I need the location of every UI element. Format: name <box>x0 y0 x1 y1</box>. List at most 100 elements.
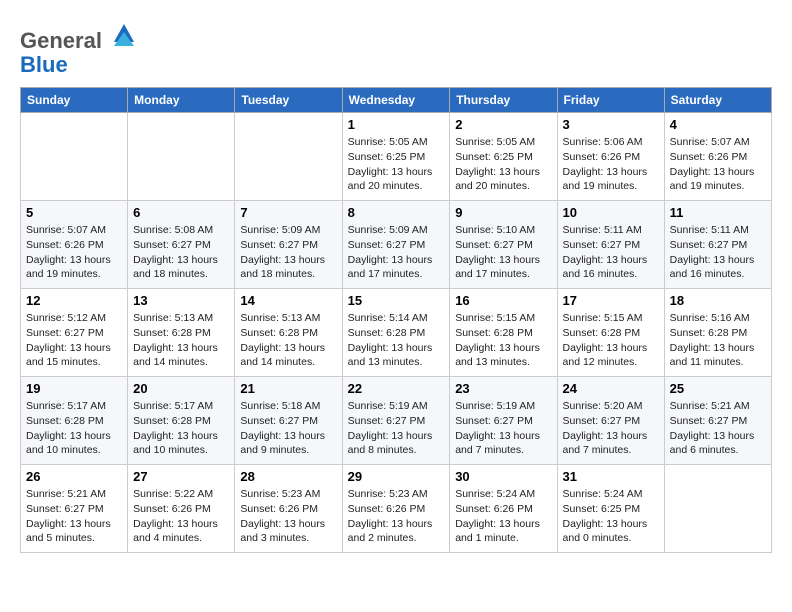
day-number: 24 <box>563 381 659 396</box>
day-info: Sunrise: 5:05 AM Sunset: 6:25 PM Dayligh… <box>348 135 445 194</box>
calendar-cell: 28 Sunrise: 5:23 AM Sunset: 6:26 PM Dayli… <box>235 465 342 553</box>
col-header-sunday: Sunday <box>21 88 128 113</box>
day-number: 23 <box>455 381 551 396</box>
calendar-cell: 22 Sunrise: 5:19 AM Sunset: 6:27 PM Dayli… <box>342 377 450 465</box>
page-header: General Blue <box>20 20 772 77</box>
day-number: 14 <box>240 293 336 308</box>
day-number: 21 <box>240 381 336 396</box>
col-header-thursday: Thursday <box>450 88 557 113</box>
day-info: Sunrise: 5:13 AM Sunset: 6:28 PM Dayligh… <box>133 311 229 370</box>
day-info: Sunrise: 5:23 AM Sunset: 6:26 PM Dayligh… <box>240 487 336 546</box>
day-number: 17 <box>563 293 659 308</box>
calendar-cell: 2 Sunrise: 5:05 AM Sunset: 6:25 PM Daylig… <box>450 113 557 201</box>
calendar-cell: 11 Sunrise: 5:11 AM Sunset: 6:27 PM Dayli… <box>664 201 771 289</box>
calendar-cell: 15 Sunrise: 5:14 AM Sunset: 6:28 PM Dayli… <box>342 289 450 377</box>
day-number: 15 <box>348 293 445 308</box>
calendar-cell: 21 Sunrise: 5:18 AM Sunset: 6:27 PM Dayli… <box>235 377 342 465</box>
day-number: 19 <box>26 381 122 396</box>
day-info: Sunrise: 5:06 AM Sunset: 6:26 PM Dayligh… <box>563 135 659 194</box>
day-number: 11 <box>670 205 766 220</box>
day-number: 4 <box>670 117 766 132</box>
calendar-cell: 5 Sunrise: 5:07 AM Sunset: 6:26 PM Daylig… <box>21 201 128 289</box>
calendar-cell: 20 Sunrise: 5:17 AM Sunset: 6:28 PM Dayli… <box>128 377 235 465</box>
calendar-cell: 3 Sunrise: 5:06 AM Sunset: 6:26 PM Daylig… <box>557 113 664 201</box>
calendar-cell: 10 Sunrise: 5:11 AM Sunset: 6:27 PM Dayli… <box>557 201 664 289</box>
logo-blue: Blue <box>20 52 68 77</box>
day-info: Sunrise: 5:16 AM Sunset: 6:28 PM Dayligh… <box>670 311 766 370</box>
calendar-cell: 27 Sunrise: 5:22 AM Sunset: 6:26 PM Dayli… <box>128 465 235 553</box>
day-number: 12 <box>26 293 122 308</box>
calendar-cell: 12 Sunrise: 5:12 AM Sunset: 6:27 PM Dayli… <box>21 289 128 377</box>
calendar-cell: 1 Sunrise: 5:05 AM Sunset: 6:25 PM Daylig… <box>342 113 450 201</box>
calendar-cell: 16 Sunrise: 5:15 AM Sunset: 6:28 PM Dayli… <box>450 289 557 377</box>
day-info: Sunrise: 5:14 AM Sunset: 6:28 PM Dayligh… <box>348 311 445 370</box>
day-info: Sunrise: 5:08 AM Sunset: 6:27 PM Dayligh… <box>133 223 229 282</box>
day-number: 16 <box>455 293 551 308</box>
col-header-tuesday: Tuesday <box>235 88 342 113</box>
col-header-wednesday: Wednesday <box>342 88 450 113</box>
calendar-cell <box>21 113 128 201</box>
day-info: Sunrise: 5:17 AM Sunset: 6:28 PM Dayligh… <box>133 399 229 458</box>
day-info: Sunrise: 5:11 AM Sunset: 6:27 PM Dayligh… <box>563 223 659 282</box>
calendar-cell: 29 Sunrise: 5:23 AM Sunset: 6:26 PM Dayli… <box>342 465 450 553</box>
calendar-cell: 4 Sunrise: 5:07 AM Sunset: 6:26 PM Daylig… <box>664 113 771 201</box>
day-info: Sunrise: 5:11 AM Sunset: 6:27 PM Dayligh… <box>670 223 766 282</box>
calendar-cell: 6 Sunrise: 5:08 AM Sunset: 6:27 PM Daylig… <box>128 201 235 289</box>
day-number: 18 <box>670 293 766 308</box>
day-number: 9 <box>455 205 551 220</box>
day-number: 5 <box>26 205 122 220</box>
calendar-cell: 30Sunrise: 5:24 AM Sunset: 6:26 PM Dayli… <box>450 465 557 553</box>
day-info: Sunrise: 5:07 AM Sunset: 6:26 PM Dayligh… <box>670 135 766 194</box>
calendar-cell: 17Sunrise: 5:15 AM Sunset: 6:28 PM Dayli… <box>557 289 664 377</box>
calendar-cell <box>235 113 342 201</box>
day-number: 22 <box>348 381 445 396</box>
calendar-cell: 23 Sunrise: 5:19 AM Sunset: 6:27 PM Dayli… <box>450 377 557 465</box>
day-info: Sunrise: 5:23 AM Sunset: 6:26 PM Dayligh… <box>348 487 445 546</box>
day-number: 29 <box>348 469 445 484</box>
calendar-cell: 19 Sunrise: 5:17 AM Sunset: 6:28 PM Dayli… <box>21 377 128 465</box>
day-info: Sunrise: 5:17 AM Sunset: 6:28 PM Dayligh… <box>26 399 122 458</box>
day-info: Sunrise: 5:07 AM Sunset: 6:26 PM Dayligh… <box>26 223 122 282</box>
day-info: Sunrise: 5:15 AM Sunset: 6:28 PM Dayligh… <box>455 311 551 370</box>
day-number: 25 <box>670 381 766 396</box>
day-info: Sunrise: 5:10 AM Sunset: 6:27 PM Dayligh… <box>455 223 551 282</box>
calendar-table: SundayMondayTuesdayWednesdayThursdayFrid… <box>20 87 772 553</box>
day-info: Sunrise: 5:09 AM Sunset: 6:27 PM Dayligh… <box>348 223 445 282</box>
day-number: 28 <box>240 469 336 484</box>
day-number: 26 <box>26 469 122 484</box>
day-info: Sunrise: 5:20 AM Sunset: 6:27 PM Dayligh… <box>563 399 659 458</box>
calendar-cell: 14 Sunrise: 5:13 AM Sunset: 6:28 PM Dayli… <box>235 289 342 377</box>
day-info: Sunrise: 5:24 AM Sunset: 6:26 PM Dayligh… <box>455 487 551 546</box>
day-number: 6 <box>133 205 229 220</box>
day-info: Sunrise: 5:09 AM Sunset: 6:27 PM Dayligh… <box>240 223 336 282</box>
calendar-cell <box>128 113 235 201</box>
col-header-monday: Monday <box>128 88 235 113</box>
day-number: 8 <box>348 205 445 220</box>
day-number: 20 <box>133 381 229 396</box>
day-info: Sunrise: 5:18 AM Sunset: 6:27 PM Dayligh… <box>240 399 336 458</box>
day-info: Sunrise: 5:12 AM Sunset: 6:27 PM Dayligh… <box>26 311 122 370</box>
day-info: Sunrise: 5:13 AM Sunset: 6:28 PM Dayligh… <box>240 311 336 370</box>
calendar-cell: 9 Sunrise: 5:10 AM Sunset: 6:27 PM Daylig… <box>450 201 557 289</box>
calendar-cell: 26Sunrise: 5:21 AM Sunset: 6:27 PM Dayli… <box>21 465 128 553</box>
day-number: 10 <box>563 205 659 220</box>
day-number: 3 <box>563 117 659 132</box>
day-number: 27 <box>133 469 229 484</box>
calendar-cell: 18 Sunrise: 5:16 AM Sunset: 6:28 PM Dayli… <box>664 289 771 377</box>
calendar-cell: 31Sunrise: 5:24 AM Sunset: 6:25 PM Dayli… <box>557 465 664 553</box>
calendar-cell <box>664 465 771 553</box>
day-number: 2 <box>455 117 551 132</box>
calendar-cell: 24 Sunrise: 5:20 AM Sunset: 6:27 PM Dayli… <box>557 377 664 465</box>
col-header-friday: Friday <box>557 88 664 113</box>
day-info: Sunrise: 5:22 AM Sunset: 6:26 PM Dayligh… <box>133 487 229 546</box>
col-header-saturday: Saturday <box>664 88 771 113</box>
day-number: 7 <box>240 205 336 220</box>
calendar-cell: 8 Sunrise: 5:09 AM Sunset: 6:27 PM Daylig… <box>342 201 450 289</box>
day-info: Sunrise: 5:19 AM Sunset: 6:27 PM Dayligh… <box>348 399 445 458</box>
calendar-cell: 7 Sunrise: 5:09 AM Sunset: 6:27 PM Daylig… <box>235 201 342 289</box>
logo-general: General <box>20 28 102 53</box>
logo-icon <box>110 20 138 48</box>
day-info: Sunrise: 5:19 AM Sunset: 6:27 PM Dayligh… <box>455 399 551 458</box>
day-info: Sunrise: 5:05 AM Sunset: 6:25 PM Dayligh… <box>455 135 551 194</box>
day-number: 1 <box>348 117 445 132</box>
